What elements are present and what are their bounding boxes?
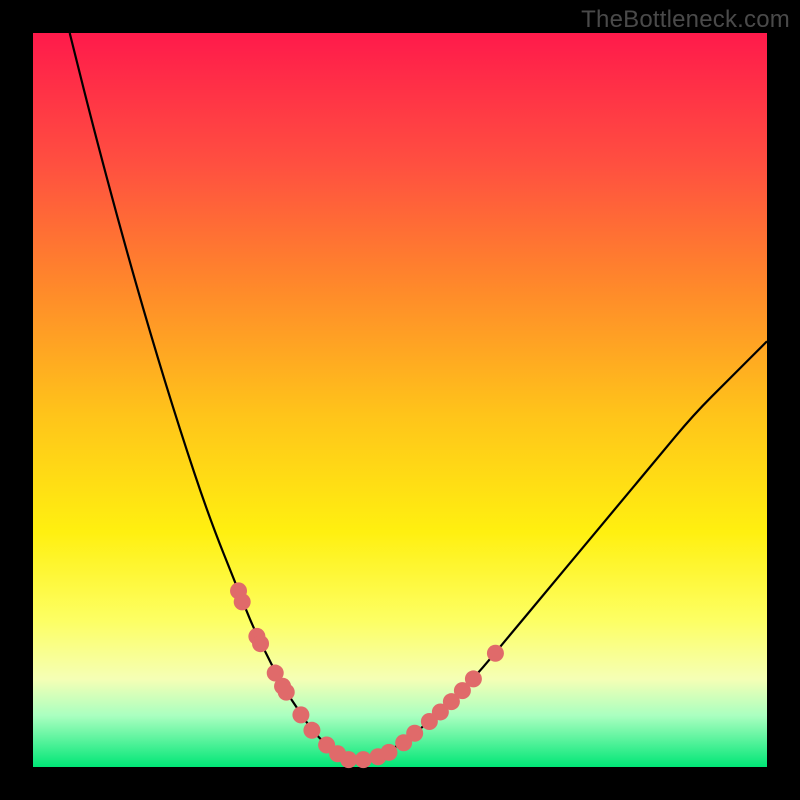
sample-dots-group (230, 582, 504, 768)
sample-dot (278, 684, 295, 701)
sample-dot (252, 635, 269, 652)
bottleneck-curve (70, 33, 767, 760)
watermark-text: TheBottleneck.com (581, 6, 790, 34)
sample-dot (406, 725, 423, 742)
sample-dot (355, 751, 372, 768)
sample-dot (380, 744, 397, 761)
sample-dot (340, 751, 357, 768)
plot-area (33, 33, 767, 767)
sample-dot (292, 706, 309, 723)
curve-svg (33, 33, 767, 767)
sample-dot (234, 593, 251, 610)
sample-dot (487, 645, 504, 662)
sample-dot (303, 722, 320, 739)
chart-stage: TheBottleneck.com (0, 0, 800, 800)
sample-dot (465, 670, 482, 687)
